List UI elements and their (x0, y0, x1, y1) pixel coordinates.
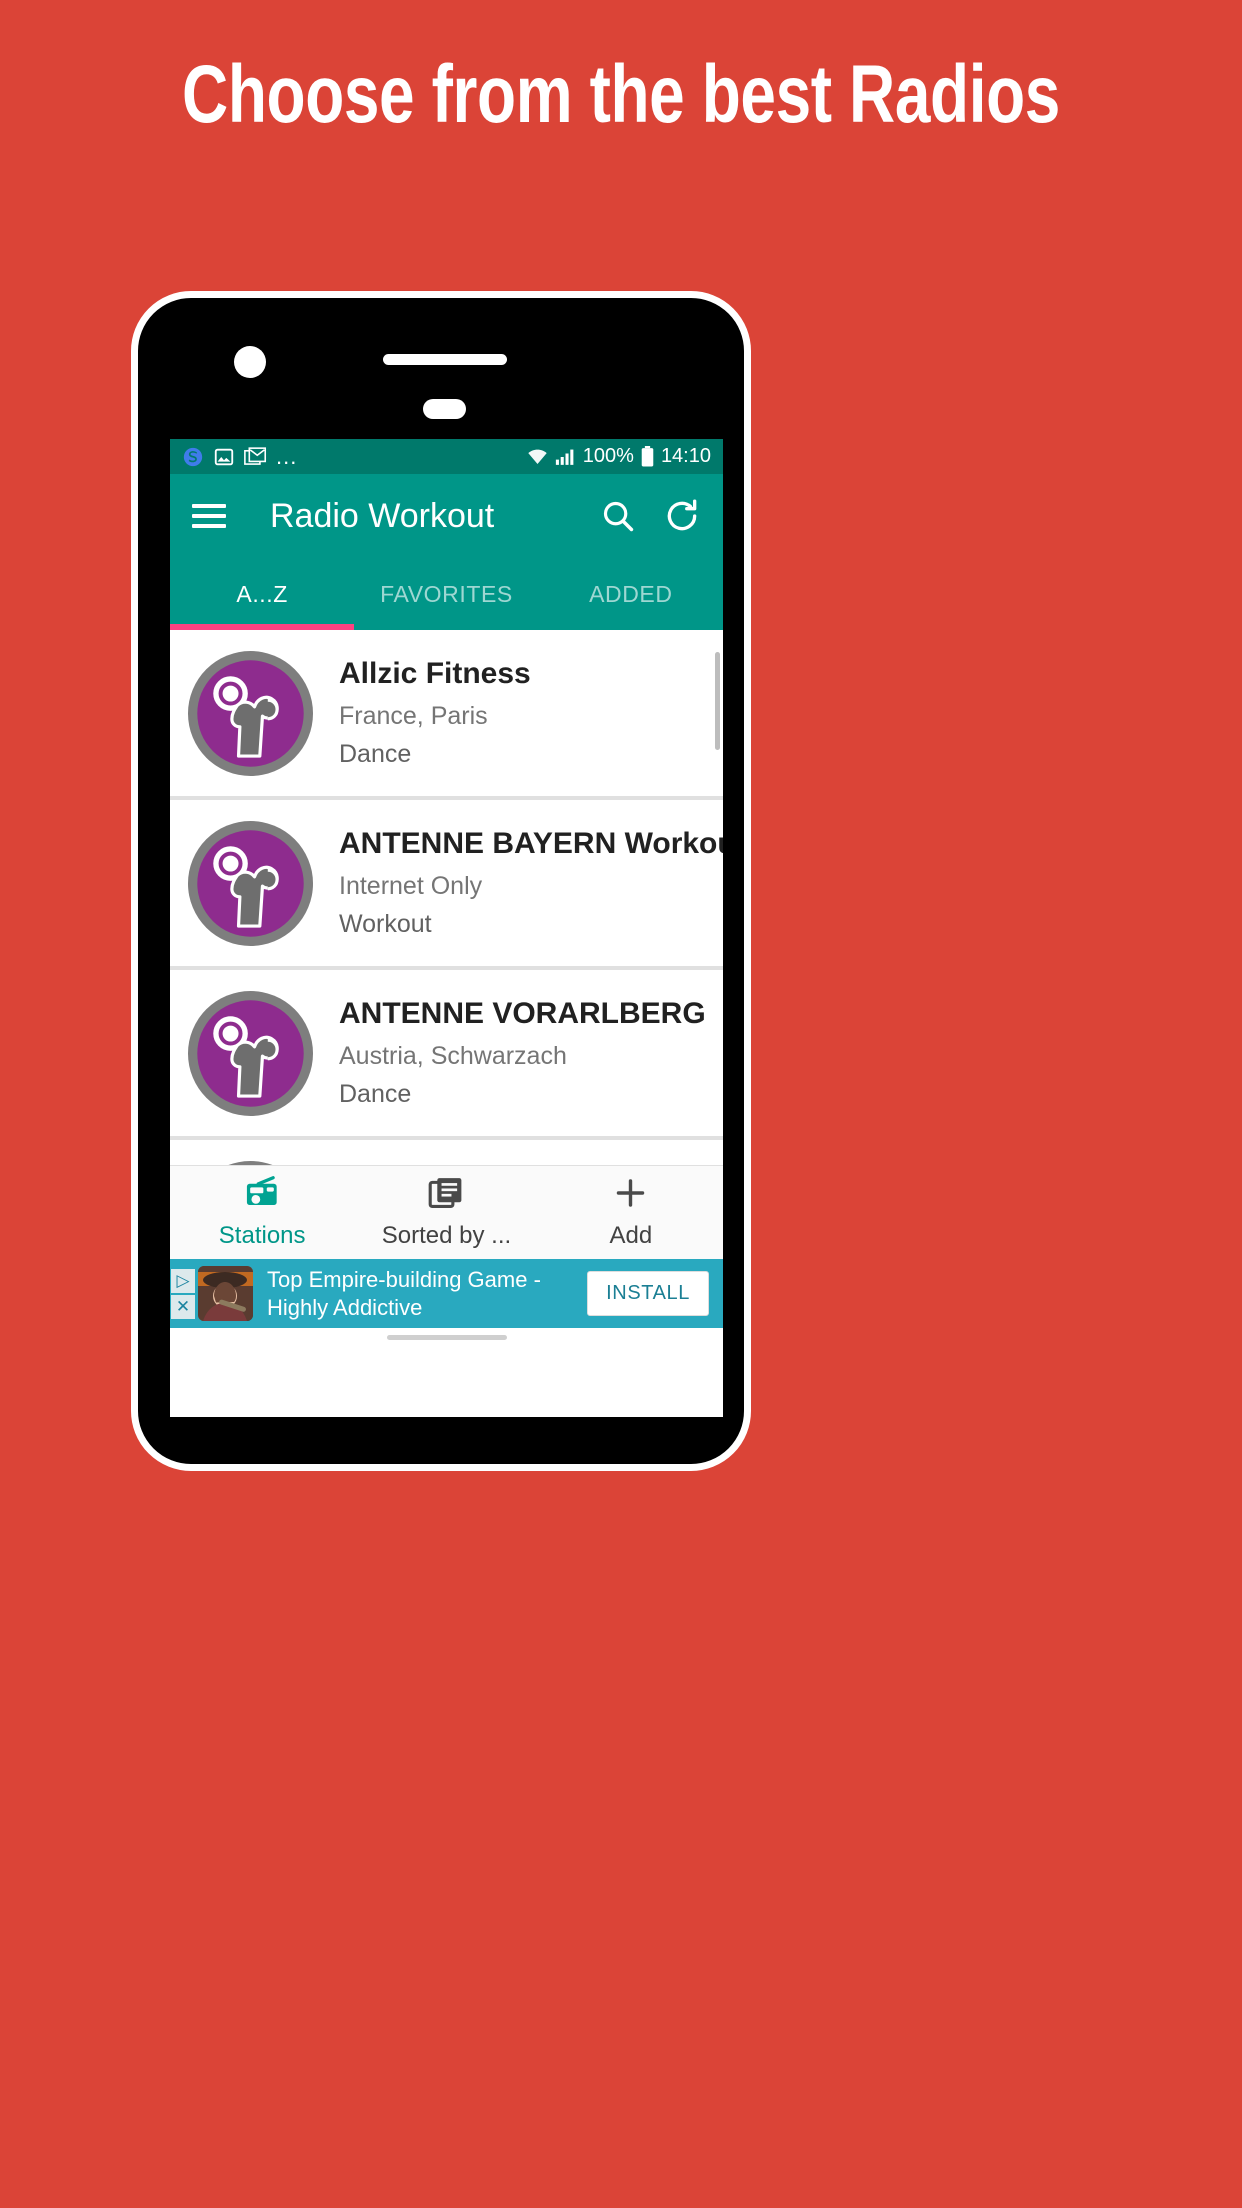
table-row[interactable]: Allzic Fitness France, Paris Dance (170, 630, 723, 800)
app-title: Radio Workout (270, 496, 495, 535)
phone-mockup: ... 100% 14:10 Radio Workout A...Z FAVOR… (131, 291, 751, 1471)
table-row[interactable]: ENERGY Fitness Germany Eclectic | Fitnes… (170, 1140, 723, 1165)
battery-percent-label: 100% (582, 445, 634, 467)
table-row[interactable]: ANTENNE VORARLBERG Austria, Schwarzach D… (170, 970, 723, 1140)
refresh-icon[interactable] (663, 497, 701, 535)
image-icon (213, 446, 235, 468)
station-location: Internet Only (339, 872, 483, 900)
status-bar: ... 100% 14:10 (170, 439, 723, 474)
wifi-icon (527, 448, 548, 466)
close-icon[interactable]: ✕ (171, 1294, 195, 1319)
table-row[interactable]: ANTENNE BAYERN Workout Internet Only Wor… (170, 800, 723, 970)
bottom-nav-stations[interactable]: Stations (170, 1166, 354, 1259)
station-genre: Dance (339, 740, 412, 768)
hamburger-menu-icon[interactable] (192, 504, 226, 528)
game-thumbnail (198, 1266, 253, 1321)
tab-favorites[interactable]: FAVORITES (354, 558, 538, 630)
front-camera-icon (234, 346, 266, 378)
clock-label: 14:10 (660, 445, 711, 467)
ad-text: Top Empire-building Game -Highly Addicti… (267, 1266, 541, 1320)
phone-screen: ... 100% 14:10 Radio Workout A...Z FAVOR… (170, 439, 723, 1417)
install-button[interactable]: INSTALL (587, 1271, 709, 1316)
s-logo-icon (182, 446, 204, 468)
bottom-navigation: Stations Sorted by ... Add (170, 1165, 723, 1259)
station-name: ANTENNE VORARLBERG (339, 997, 706, 1030)
battery-full-icon (641, 446, 654, 467)
home-button[interactable] (423, 399, 466, 419)
station-avatar (184, 1157, 317, 1165)
sort-list-icon (428, 1176, 465, 1215)
ad-badges: ▷ ✕ (170, 1259, 196, 1328)
app-toolbar: Radio Workout (170, 474, 723, 558)
list-scrollbar[interactable] (715, 652, 720, 750)
station-avatar (184, 987, 317, 1120)
station-avatar (184, 647, 317, 780)
station-location: France, Paris (339, 702, 488, 730)
radio-icon (244, 1175, 281, 1215)
nav-hint (170, 1328, 723, 1346)
bottom-nav-add[interactable]: Add (539, 1166, 723, 1259)
ad-banner[interactable]: ▷ ✕ Top Empire-building Game -Highly Add… (170, 1259, 723, 1328)
tab-bar: A...Z FAVORITES ADDED (170, 558, 723, 630)
station-genre: Workout (339, 910, 432, 938)
earpiece-speaker (383, 354, 507, 365)
plus-icon (612, 1176, 649, 1215)
more-dots-icon: ... (276, 443, 298, 469)
search-icon[interactable] (599, 497, 637, 535)
tab-added[interactable]: ADDED (539, 558, 723, 630)
station-list[interactable]: Allzic Fitness France, Paris Dance ANTEN… (170, 630, 723, 1165)
station-location: Austria, Schwarzach (339, 1042, 567, 1070)
signal-icon (555, 448, 576, 466)
station-name: ANTENNE BAYERN Workout (339, 827, 723, 860)
station-genre: Dance (339, 1080, 412, 1108)
station-name: Allzic Fitness (339, 657, 531, 690)
adchoices-icon[interactable]: ▷ (171, 1268, 195, 1293)
station-avatar (184, 817, 317, 950)
gmail-icon (244, 446, 267, 468)
tab-az[interactable]: A...Z (170, 558, 354, 630)
bottom-nav-sorted-by[interactable]: Sorted by ... (354, 1166, 538, 1259)
promo-headline: Choose from the best Radios (182, 49, 1060, 140)
bottom-nav-label: Add (609, 1221, 653, 1249)
bottom-nav-label: Stations (218, 1221, 306, 1249)
bottom-nav-label: Sorted by ... (381, 1221, 512, 1249)
